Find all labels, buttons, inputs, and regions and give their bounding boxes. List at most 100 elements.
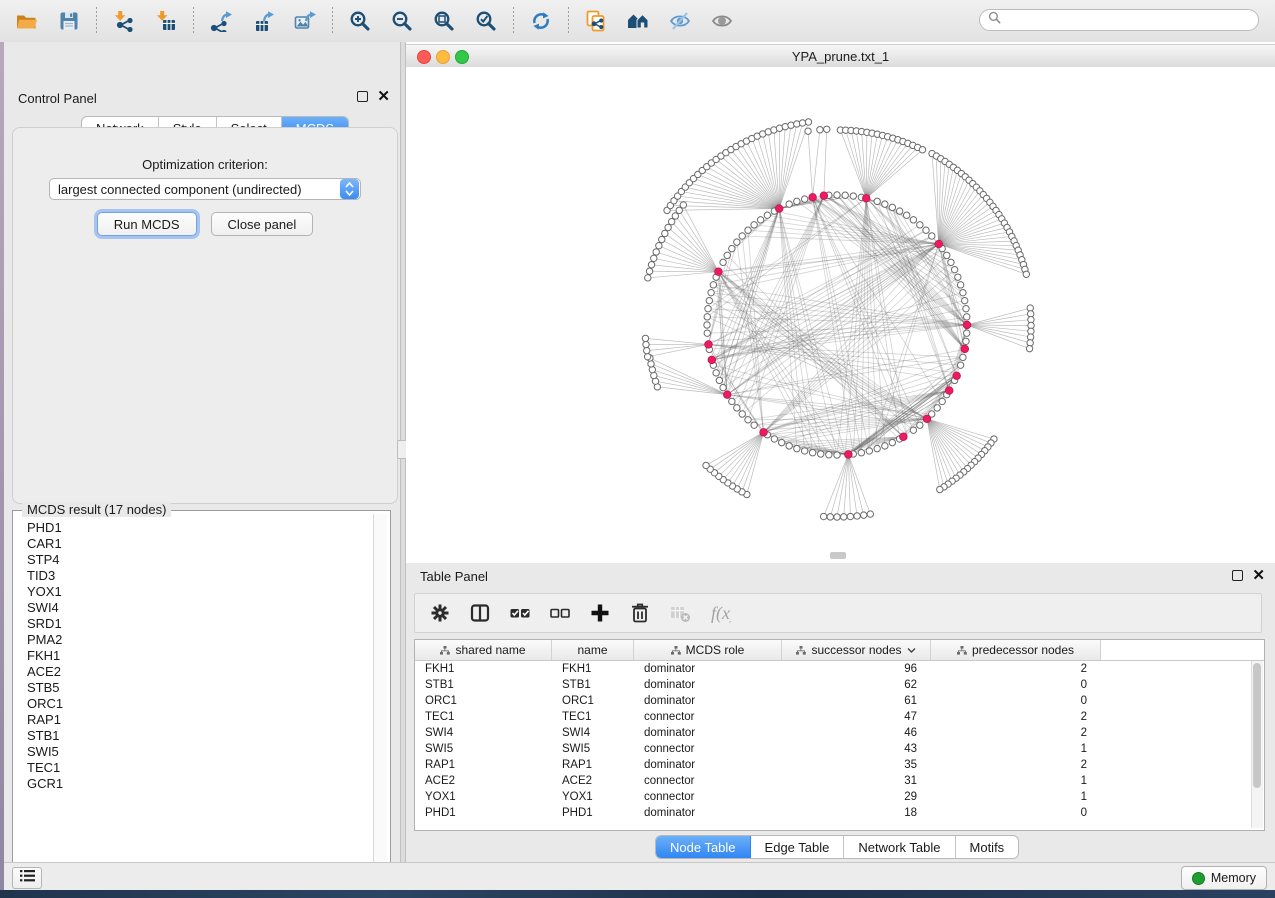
mcds-hub-node[interactable] [935, 240, 943, 248]
network-node[interactable] [963, 306, 969, 312]
mcds-result-item[interactable]: PMA2 [16, 632, 368, 648]
network-hscroll-thumb[interactable] [830, 552, 846, 559]
network-node[interactable] [734, 405, 740, 411]
mcds-result-item[interactable]: FKH1 [16, 648, 368, 664]
network-node[interactable] [751, 422, 757, 428]
table-row[interactable]: RAP1RAP1dominator352 [415, 757, 1264, 773]
mcds-hub-node[interactable] [705, 341, 713, 349]
open-icon[interactable] [10, 4, 44, 38]
network-node[interactable] [858, 449, 864, 455]
network-node[interactable] [948, 259, 954, 265]
tab-motifs[interactable]: Motifs [956, 836, 1019, 858]
zoom-in-icon[interactable] [343, 4, 377, 38]
network-node[interactable] [917, 422, 923, 428]
network-node[interactable] [704, 314, 710, 320]
mcds-hub-node[interactable] [961, 345, 969, 353]
network-node[interactable] [854, 513, 860, 519]
zoom-out-icon[interactable] [385, 4, 419, 38]
hide-graphics-icon[interactable] [663, 4, 697, 38]
network-node[interactable] [861, 512, 867, 518]
network-node[interactable] [704, 322, 710, 328]
network-node[interactable] [704, 330, 710, 336]
network-node[interactable] [919, 147, 925, 153]
network-node[interactable] [665, 224, 671, 230]
network-node[interactable] [745, 417, 751, 423]
close-table-panel-icon[interactable]: ✕ [1252, 570, 1265, 581]
mcds-hub-node[interactable] [862, 195, 870, 203]
mcds-result-item[interactable]: PHD1 [16, 520, 368, 536]
mcds-result-item[interactable]: STB5 [16, 680, 368, 696]
network-node[interactable] [716, 377, 722, 383]
show-graphics-icon[interactable] [705, 4, 739, 38]
zoom-selected-icon[interactable] [469, 4, 503, 38]
columns-icon[interactable] [467, 600, 493, 626]
deselect-all-icon[interactable] [547, 600, 573, 626]
mcds-hub-node[interactable] [723, 391, 731, 399]
mcds-result-item[interactable]: CAR1 [16, 536, 368, 552]
table-row[interactable]: ACE2ACE2connector311 [415, 773, 1264, 789]
network-node[interactable] [649, 366, 655, 372]
network-node[interactable] [866, 448, 872, 454]
network-node[interactable] [713, 370, 719, 376]
network-canvas[interactable] [406, 67, 1275, 563]
network-node[interactable] [739, 233, 745, 239]
network-node[interactable] [646, 268, 652, 274]
mcds-result-list[interactable]: PHD1CAR1STP4TID3YOX1SWI4SRD1PMA2FKH1ACE2… [16, 520, 368, 872]
network-node[interactable] [874, 445, 880, 451]
network-node[interactable] [720, 384, 726, 390]
refresh-icon[interactable] [524, 4, 558, 38]
mcds-hub-node[interactable] [845, 451, 853, 459]
table-row[interactable]: ORC1ORC1dominator610 [415, 693, 1264, 709]
network-node[interactable] [653, 249, 659, 255]
table-scrollbar[interactable] [1251, 661, 1263, 828]
network-node[interactable] [817, 127, 823, 133]
table-row[interactable]: SWI5SWI5connector431 [415, 741, 1264, 757]
mcds-hub-node[interactable] [900, 433, 908, 441]
close-panel-icon[interactable]: ✕ [377, 91, 390, 102]
network-node[interactable] [680, 202, 686, 208]
tab-node-table[interactable]: Node Table [656, 836, 751, 858]
network-node[interactable] [964, 330, 970, 336]
network-node[interactable] [751, 222, 757, 228]
network-node[interactable] [786, 443, 792, 449]
mcds-result-item[interactable]: GCR1 [16, 776, 368, 792]
network-node[interactable] [643, 341, 649, 347]
network-node[interactable] [734, 239, 740, 245]
network-node[interactable] [960, 289, 966, 295]
network-node[interactable] [963, 338, 969, 344]
export-network-icon[interactable] [204, 4, 238, 38]
network-node[interactable] [834, 192, 840, 198]
delete-row-icon[interactable] [627, 600, 653, 626]
column-header-name[interactable]: name [552, 640, 634, 660]
network-node[interactable] [648, 262, 654, 268]
network-node[interactable] [656, 242, 662, 248]
network-node[interactable] [826, 452, 832, 458]
network-node[interactable] [934, 405, 940, 411]
network-node[interactable] [896, 208, 902, 214]
float-table-panel-icon[interactable] [1232, 570, 1243, 581]
network-node[interactable] [801, 196, 807, 202]
delete-table-icon[interactable] [667, 600, 693, 626]
network-node[interactable] [957, 362, 963, 368]
close-panel-button[interactable]: Close panel [211, 212, 314, 236]
search-field[interactable] [979, 9, 1259, 31]
mcds-hub-node[interactable] [923, 415, 931, 423]
network-node[interactable] [827, 514, 833, 520]
network-node[interactable] [805, 128, 811, 134]
network-node[interactable] [834, 452, 840, 458]
network-node[interactable] [937, 486, 943, 492]
export-table-icon[interactable] [246, 4, 280, 38]
network-node[interactable] [794, 198, 800, 204]
export-image-icon[interactable] [288, 4, 322, 38]
mcds-hub-node[interactable] [820, 192, 828, 200]
network-node[interactable] [729, 398, 735, 404]
network-node[interactable] [729, 245, 735, 251]
network-node[interactable] [951, 266, 957, 272]
network-node[interactable] [720, 259, 726, 265]
network-node[interactable] [651, 255, 657, 261]
zoom-fit-icon[interactable] [427, 4, 461, 38]
network-node[interactable] [923, 227, 929, 233]
search-input[interactable] [1006, 12, 1258, 28]
network-node[interactable] [874, 198, 880, 204]
add-row-icon[interactable] [587, 600, 613, 626]
